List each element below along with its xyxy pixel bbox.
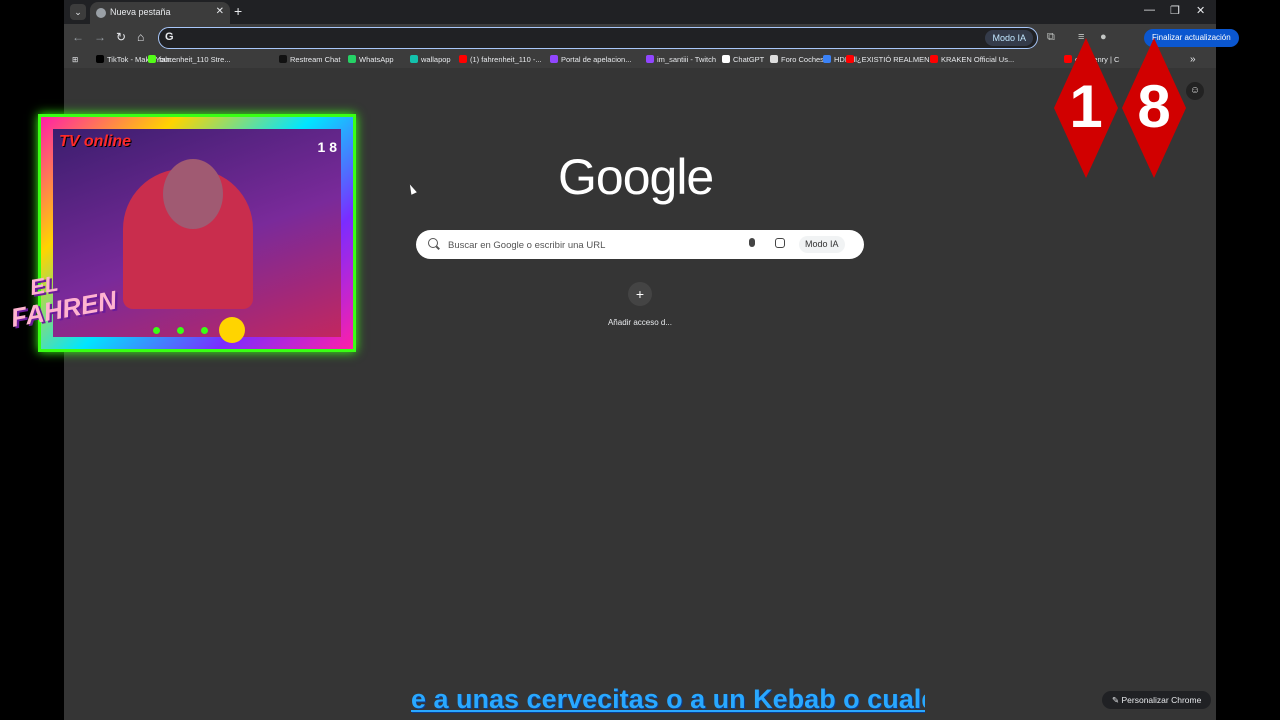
bookmark-favicon-icon xyxy=(722,55,730,63)
bookmark-favicon-icon xyxy=(846,55,854,63)
customize-chrome-label: Personalizar Chrome xyxy=(1121,695,1202,705)
bookmark-favicon-icon xyxy=(459,55,467,63)
toolbar: ← → ↻ ⌂ G Modo IA ⧉ ≡ ● Finalizar actual… xyxy=(64,24,1239,52)
cam-age-badge: 1 8 xyxy=(317,139,337,155)
tab-title: Nueva pestaña xyxy=(110,7,171,17)
bookmark-favicon-icon xyxy=(646,55,654,63)
bookmark-favicon-icon xyxy=(550,55,558,63)
pacman-icon xyxy=(219,317,245,343)
bookmark-label: fahrenheit_110 Stre... xyxy=(159,55,231,64)
home-button[interactable]: ⌂ xyxy=(137,30,144,44)
minimize-button[interactable]: — xyxy=(1144,4,1155,16)
apps-icon[interactable]: ⊞ xyxy=(72,55,78,64)
bookmark-item[interactable]: KRAKEN Official Us... xyxy=(930,55,1014,64)
tab-search-button[interactable]: ⌄ xyxy=(70,4,86,20)
ntp-search-box[interactable]: Modo IA xyxy=(416,230,864,259)
add-shortcut-label: Añadir acceso d... xyxy=(607,318,673,327)
google-lens-icon[interactable] xyxy=(775,238,785,248)
search-icon xyxy=(428,238,438,248)
bookmark-label: Portal de apelacion... xyxy=(561,55,632,64)
microphone-icon[interactable] xyxy=(749,238,755,247)
add-shortcut[interactable]: + Añadir acceso d... xyxy=(604,282,676,332)
bookmarks-bar: ⊞ TikTok - Make Your... fahrenheit_110 St… xyxy=(64,52,1216,68)
bookmark-label: wallapop xyxy=(421,55,451,64)
age-rating-badge: 1 8 xyxy=(1052,38,1192,178)
forward-button[interactable]: → xyxy=(94,30,106,44)
restore-button[interactable]: ❐ xyxy=(1170,4,1180,17)
bookmark-item[interactable]: ChatGPT xyxy=(722,55,764,64)
bookmark-item[interactable]: im_santiii - Twitch xyxy=(646,55,716,64)
bookmark-item[interactable]: (1) fahrenheit_110 -... xyxy=(459,55,542,64)
pellet-icon xyxy=(201,327,208,334)
back-button[interactable]: ← xyxy=(72,30,84,44)
bookmark-item[interactable]: WhatsApp xyxy=(348,55,394,64)
bookmark-item[interactable]: ¿EXISTIÓ REALMEN... xyxy=(846,55,936,64)
tab-close-icon[interactable]: ✕ xyxy=(216,6,224,17)
age-diamond-8: 8 xyxy=(1122,38,1186,178)
new-tab-button[interactable]: + xyxy=(234,3,242,19)
ticker-text: e a unas cervecitas o a un Kebab o cualq xyxy=(411,684,925,714)
chrome-window xyxy=(64,0,1216,720)
bookmark-favicon-icon xyxy=(410,55,418,63)
google-g-icon: G xyxy=(165,31,174,43)
bookmark-item[interactable]: Restream Chat xyxy=(279,55,340,64)
pellet-icon xyxy=(177,327,184,334)
age-digit-1: 1 xyxy=(1069,73,1103,140)
bookmark-label: WhatsApp xyxy=(359,55,394,64)
bookmark-item[interactable]: Portal de apelacion... xyxy=(550,55,631,64)
bookmark-favicon-icon xyxy=(279,55,287,63)
bookmark-label: im_santiii - Twitch xyxy=(657,55,717,64)
bookmark-favicon-icon xyxy=(770,55,778,63)
bookmark-label: (1) fahrenheit_110 -... xyxy=(470,55,542,64)
add-shortcut-plus-icon: + xyxy=(628,282,652,306)
bookmark-favicon-icon xyxy=(348,55,356,63)
customize-chrome-button[interactable]: ✎ Personalizar Chrome xyxy=(1102,691,1212,709)
tab-nueva-pestana[interactable]: Nueva pestaña ✕ xyxy=(90,2,230,24)
age-digit-8: 8 xyxy=(1137,73,1171,140)
bookmark-item[interactable]: wallapop xyxy=(410,55,451,64)
bookmark-favicon-icon xyxy=(930,55,938,63)
bookmark-label: KRAKEN Official Us... xyxy=(941,55,1015,64)
profile-avatar-icon[interactable]: ☺ xyxy=(1186,82,1204,100)
chrome-favicon-icon xyxy=(96,8,106,18)
address-bar[interactable]: G Modo IA xyxy=(158,27,1038,49)
bookmark-label: ChatGPT xyxy=(733,55,765,64)
bookmark-favicon-icon xyxy=(823,55,831,63)
streamer-face xyxy=(163,159,223,229)
bookmark-label: Restream Chat xyxy=(290,55,341,64)
omnibox-modo-ia-button[interactable]: Modo IA xyxy=(985,30,1033,46)
tab-strip: ⌄ Nueva pestaña ✕ + — ❐ ✕ xyxy=(64,0,1216,24)
bookmark-favicon-icon xyxy=(148,55,156,63)
tv-online-logo: TV online xyxy=(59,133,131,150)
bookmark-label: ¿EXISTIÓ REALMEN... xyxy=(857,55,936,64)
scrolling-ticker: e a unas cervecitas o a un Kebab o cualq xyxy=(411,684,925,718)
google-logo: Google xyxy=(558,149,714,205)
pellet-icon xyxy=(153,327,160,334)
search-input[interactable] xyxy=(446,236,740,254)
close-window-button[interactable]: ✕ xyxy=(1196,4,1205,17)
bookmark-label: Foro Coches xyxy=(781,55,824,64)
age-diamond-1: 1 xyxy=(1054,38,1118,178)
bookmark-favicon-icon xyxy=(96,55,104,63)
bookmark-item[interactable]: fahrenheit_110 Stre... xyxy=(148,55,231,64)
reload-button[interactable]: ↻ xyxy=(116,30,126,44)
bookmark-item[interactable]: Foro Coches xyxy=(770,55,824,64)
search-modo-ia-button[interactable]: Modo IA xyxy=(799,236,845,253)
